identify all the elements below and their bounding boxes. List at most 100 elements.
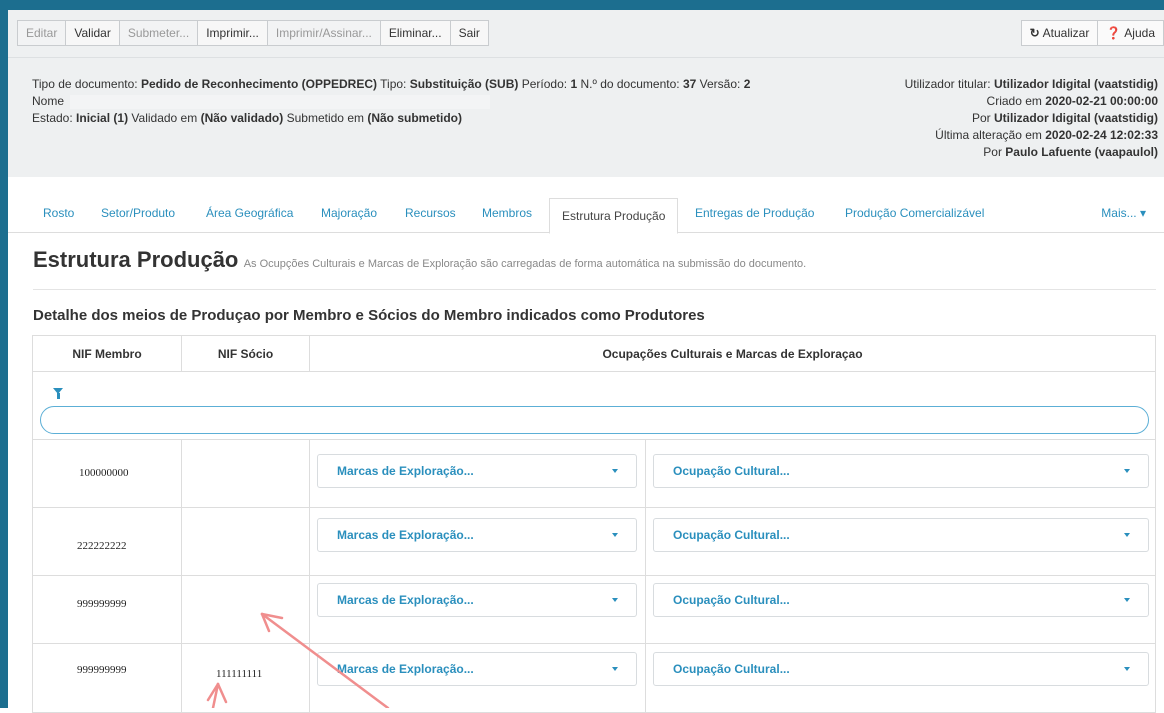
validated-label: Validado em (131, 111, 198, 125)
chevron-down-icon (612, 598, 618, 602)
created-by-value: Utilizador Idigital (vaatstidig) (993, 111, 1158, 125)
nif-socio-cell: 111111111 (216, 668, 263, 680)
ocupacao-cultural-label: Ocupação Cultural... (673, 593, 790, 607)
modified-label: Última alteração em (935, 128, 1042, 142)
table-row: 999999999 Marcas de Exploração... Ocupaç… (33, 576, 1155, 644)
nif-membro-cell: 222222222 (77, 540, 127, 552)
table-row: 999999999 111111111 Marcas de Exploração… (33, 644, 1155, 712)
holder-line: Utilizador titular: Utilizador Idigital … (905, 76, 1158, 93)
type-label: Tipo: (380, 77, 407, 91)
marcas-exploracao-label: Marcas de Exploração... (337, 528, 474, 542)
filter-icon-stem (57, 393, 60, 399)
refresh-icon: ↻ (1029, 26, 1040, 40)
holder-value: Utilizador Idigital (vaatstidig) (993, 77, 1158, 91)
tab-rosto[interactable]: Rosto (43, 206, 74, 220)
name-line: Nome (32, 93, 750, 110)
ocupacao-cultural-dropdown[interactable]: Ocupação Cultural... (653, 583, 1149, 617)
table-row: 100000000 Marcas de Exploração... Ocupaç… (33, 440, 1155, 508)
doc-type-label: Tipo de documento: (32, 77, 138, 91)
utility-button-group: ↻ Atualizar ❓ Ajuda (1020, 20, 1164, 46)
submitted-label: Submetido em (286, 111, 364, 125)
cell-divider (309, 508, 310, 576)
doc-type-value: Pedido de Reconhecimento (OPPEDREC) (140, 77, 378, 91)
toolbar: Editar Validar Submeter... Imprimir... I… (8, 10, 1164, 57)
name-label: Nome (32, 94, 65, 108)
marcas-exploracao-label: Marcas de Exploração... (337, 662, 474, 676)
chevron-down-icon (1124, 667, 1130, 671)
section-heading: Estrutura Produção As Ocupções Culturais… (33, 247, 806, 273)
tab-area-geografica[interactable]: Área Geográfica (206, 206, 293, 220)
chevron-down-icon (1124, 598, 1130, 602)
submitted-value: (Não submetido) (367, 111, 462, 125)
page-title: Estrutura Produção (33, 247, 239, 272)
edit-button[interactable]: Editar (17, 20, 67, 46)
table-search-input[interactable] (40, 406, 1149, 434)
marcas-exploracao-dropdown[interactable]: Marcas de Exploração... (317, 652, 637, 686)
chevron-down-icon (612, 533, 618, 537)
production-structure-table: NIF Membro NIF Sócio Ocupações Culturais… (32, 335, 1156, 713)
cell-divider (645, 576, 646, 644)
cell-divider (309, 576, 310, 644)
version-label: Versão: (699, 77, 741, 91)
document-info-right: Utilizador titular: Utilizador Idigital … (905, 76, 1158, 161)
delete-button[interactable]: Eliminar... (379, 20, 451, 46)
tab-majoracao[interactable]: Majoração (321, 206, 377, 220)
marcas-exploracao-dropdown[interactable]: Marcas de Exploração... (317, 518, 637, 552)
help-label: Ajuda (1124, 26, 1155, 40)
cell-divider (309, 644, 310, 712)
validate-button[interactable]: Validar (65, 20, 120, 46)
submit-button[interactable]: Submeter... (118, 20, 199, 46)
marcas-exploracao-dropdown[interactable]: Marcas de Exploração... (317, 454, 637, 488)
period-value: 1 (570, 77, 578, 91)
state-line: Estado: Inicial (1) Validado em (Não val… (32, 110, 750, 127)
ocupacao-cultural-dropdown[interactable]: Ocupação Cultural... (653, 518, 1149, 552)
document-type-line: Tipo de documento: Pedido de Reconhecime… (32, 76, 750, 93)
column-header-nif-membro[interactable]: NIF Membro (33, 336, 181, 372)
print-button[interactable]: Imprimir... (197, 20, 268, 46)
marcas-exploracao-dropdown[interactable]: Marcas de Exploração... (317, 583, 637, 617)
marcas-exploracao-label: Marcas de Exploração... (337, 593, 474, 607)
tab-setor-produto[interactable]: Setor/Produto (101, 206, 175, 220)
refresh-button[interactable]: ↻ Atualizar (1020, 20, 1099, 46)
action-button-group: Editar Validar Submeter... Imprimir... I… (17, 20, 489, 46)
validated-value: (Não validado) (200, 111, 284, 125)
tab-more-dropdown[interactable]: Mais... ▾ (1101, 206, 1146, 220)
tab-membros[interactable]: Membros (482, 206, 532, 220)
help-button[interactable]: ❓ Ajuda (1097, 20, 1164, 46)
doc-number-value: 37 (682, 77, 697, 91)
cell-divider (309, 440, 310, 508)
doc-number-label: N.º do documento: (580, 77, 680, 91)
document-info-panel: Tipo de documento: Pedido de Reconhecime… (8, 57, 1164, 177)
modified-by-value: Paulo Lafuente (vaapaulol) (1005, 145, 1158, 159)
column-header-nif-socio[interactable]: NIF Sócio (182, 336, 309, 372)
tab-recursos[interactable]: Recursos (405, 206, 456, 220)
column-header-ocupacoes[interactable]: Ocupações Culturais e Marcas de Exploraç… (310, 336, 1155, 372)
tab-estrutura-producao[interactable]: Estrutura Produção (549, 198, 679, 234)
ocupacao-cultural-label: Ocupação Cultural... (673, 662, 790, 676)
marcas-exploracao-label: Marcas de Exploração... (337, 464, 474, 478)
table-header: NIF Membro NIF Sócio Ocupações Culturais… (33, 336, 1155, 372)
tab-bar: Rosto Setor/Produto Área Geográfica Majo… (8, 198, 1164, 234)
cell-divider (181, 508, 182, 576)
created-by-label: Por (971, 111, 991, 125)
refresh-label: Atualizar (1042, 26, 1090, 40)
cell-divider (181, 440, 182, 508)
chevron-down-icon (612, 667, 618, 671)
chevron-down-icon (1124, 469, 1130, 473)
state-label: Estado: (32, 111, 73, 125)
tab-producao-comercializavel[interactable]: Produção Comercializável (845, 206, 984, 220)
period-label: Período: (521, 77, 568, 91)
ocupacao-cultural-label: Ocupação Cultural... (673, 528, 790, 542)
exit-button[interactable]: Sair (449, 20, 489, 46)
chevron-down-icon (612, 469, 618, 473)
chevron-down-icon (1124, 533, 1130, 537)
ocupacao-cultural-dropdown[interactable]: Ocupação Cultural... (653, 454, 1149, 488)
modified-by-label: Por (983, 145, 1002, 159)
ocupacao-cultural-dropdown[interactable]: Ocupação Cultural... (653, 652, 1149, 686)
print-sign-button[interactable]: Imprimir/Assinar... (266, 20, 381, 46)
window-frame-top (0, 0, 1164, 10)
filter-row (33, 372, 1155, 440)
created-label: Criado em (986, 94, 1042, 108)
version-value: 2 (743, 77, 751, 91)
tab-entregas-producao[interactable]: Entregas de Produção (695, 206, 814, 220)
